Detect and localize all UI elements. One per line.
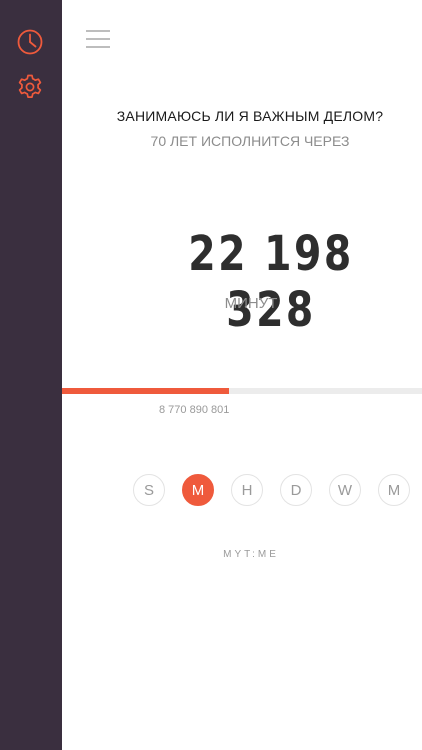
hamburger-menu-icon[interactable] xyxy=(86,28,112,50)
time-unit-button[interactable]: W xyxy=(329,474,361,506)
time-unit-button[interactable]: H xyxy=(231,474,263,506)
countdown-unit: МИНУТ xyxy=(224,295,278,312)
sidebar xyxy=(0,0,62,750)
page-subtitle: 70 ЛЕТ ИСПОЛНИТСЯ ЧЕРЕЗ xyxy=(150,133,350,149)
time-unit-button[interactable]: M xyxy=(182,474,214,506)
countdown-value: 22 198 328 xyxy=(188,226,354,338)
page-title: ЗАНИМАЮСЬ ЛИ Я ВАЖНЫМ ДЕЛОМ? xyxy=(116,108,384,124)
life-progress-bar xyxy=(62,388,422,394)
life-progress-fill xyxy=(62,388,230,394)
brand-label: MYT:ME xyxy=(223,549,279,560)
clock-icon[interactable] xyxy=(16,28,44,56)
time-unit-selector: SMHDWM xyxy=(133,474,410,506)
time-unit-button[interactable]: M xyxy=(378,474,410,506)
gear-icon[interactable] xyxy=(16,73,44,101)
app-screen: ЗАНИМАЮСЬ ЛИ Я ВАЖНЫМ ДЕЛОМ? 70 ЛЕТ ИСПО… xyxy=(0,0,422,750)
time-unit-button[interactable]: S xyxy=(133,474,165,506)
progress-value-label: 8 770 890 801 xyxy=(159,404,230,416)
time-unit-button[interactable]: D xyxy=(280,474,312,506)
